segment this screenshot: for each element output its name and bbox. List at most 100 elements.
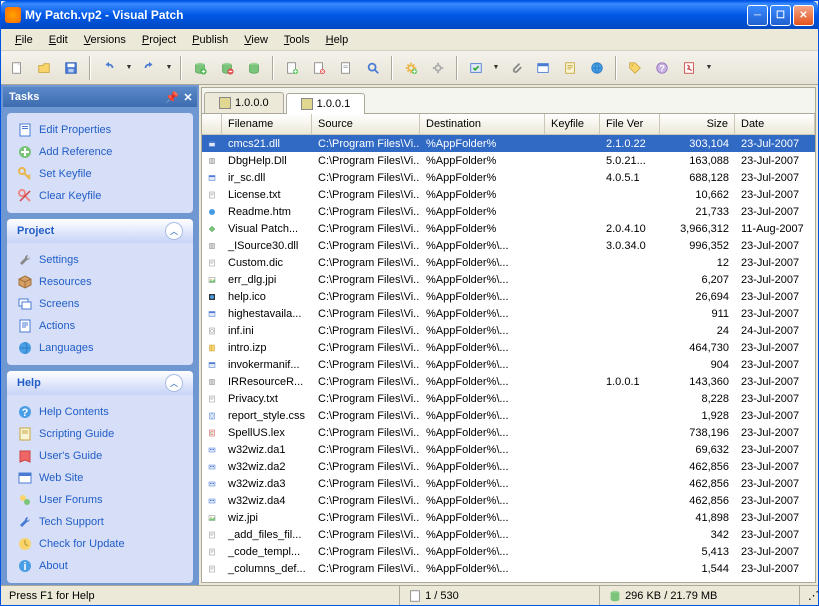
table-row[interactable]: w32wiz.da1C:\Program Files\Vi...%AppFold… — [202, 441, 815, 458]
col-header[interactable]: Date — [735, 114, 815, 134]
db3-button[interactable] — [242, 56, 266, 80]
gear2-button[interactable] — [426, 56, 450, 80]
main-area: 1.0.0.01.0.0.1 FilenameSourceDestination… — [201, 87, 816, 583]
link-user-forums[interactable]: User Forums — [17, 489, 183, 511]
minimize-button[interactable]: ─ — [747, 5, 768, 26]
table-row[interactable]: IRResourceR...C:\Program Files\Vi...%App… — [202, 373, 815, 390]
table-row[interactable]: SpellUS.lexC:\Program Files\Vi...%AppFol… — [202, 424, 815, 441]
tab-1-0-0-0[interactable]: 1.0.0.0 — [204, 92, 284, 113]
menu-help[interactable]: Help — [318, 32, 357, 48]
titlebar[interactable]: My Patch.vp2 - Visual Patch ─ ☐ ✕ — [1, 1, 818, 29]
link-actions[interactable]: Actions — [17, 315, 183, 337]
menu-versions[interactable]: Versions — [76, 32, 134, 48]
table-row[interactable]: invokermanif...C:\Program Files\Vi...%Ap… — [202, 356, 815, 373]
globe-button[interactable] — [585, 56, 609, 80]
table-row[interactable]: highestavaila...C:\Program Files\Vi...%A… — [202, 305, 815, 322]
table-row[interactable]: _ISource30.dllC:\Program Files\Vi...%App… — [202, 237, 815, 254]
link-check-for-update[interactable]: Check for Update — [17, 533, 183, 555]
db2-button[interactable] — [215, 56, 239, 80]
table-row[interactable]: _code_templ...C:\Program Files\Vi...%App… — [202, 543, 815, 560]
pdf-button[interactable] — [677, 56, 701, 80]
tasks-close-icon[interactable]: ✕ — [181, 90, 195, 104]
menu-project[interactable]: Project — [134, 32, 184, 48]
pdf-dropdown[interactable]: ▼ — [704, 56, 714, 80]
doc-add-button[interactable] — [280, 56, 304, 80]
file-grid[interactable]: FilenameSourceDestinationKeyfileFile Ver… — [202, 114, 815, 582]
check-button[interactable] — [464, 56, 488, 80]
col-header[interactable] — [202, 114, 222, 134]
tag-button[interactable] — [623, 56, 647, 80]
link-add-reference[interactable]: Add Reference — [17, 141, 183, 163]
col-header[interactable]: Filename — [222, 114, 312, 134]
menu-view[interactable]: View — [236, 32, 276, 48]
table-row[interactable]: _columns_def...C:\Program Files\Vi...%Ap… — [202, 560, 815, 577]
col-header[interactable]: Destination — [420, 114, 545, 134]
project-panel-header[interactable]: Project︿ — [7, 219, 193, 243]
maximize-button[interactable]: ☐ — [770, 5, 791, 26]
link-about[interactable]: iAbout — [17, 555, 183, 577]
script-button[interactable] — [558, 56, 582, 80]
undo-button[interactable] — [97, 56, 121, 80]
open-button[interactable] — [32, 56, 56, 80]
check-dropdown[interactable]: ▼ — [491, 56, 501, 80]
table-row[interactable]: ir_sc.dllC:\Program Files\Vi...%AppFolde… — [202, 169, 815, 186]
link-user-s-guide[interactable]: User's Guide — [17, 445, 183, 467]
table-row[interactable]: DbgHelp.DllC:\Program Files\Vi...%AppFol… — [202, 152, 815, 169]
gear-button[interactable] — [399, 56, 423, 80]
redo-dropdown[interactable]: ▼ — [164, 56, 174, 80]
table-row[interactable]: License.txtC:\Program Files\Vi...%AppFol… — [202, 186, 815, 203]
link-help-contents[interactable]: ?Help Contents — [17, 401, 183, 423]
tab-1-0-0-1[interactable]: 1.0.0.1 — [286, 93, 366, 114]
link-clear-keyfile[interactable]: Clear Keyfile — [17, 185, 183, 207]
link-tech-support[interactable]: Tech Support — [17, 511, 183, 533]
table-row[interactable]: Custom.dicC:\Program Files\Vi...%AppFold… — [202, 254, 815, 271]
new-button[interactable] — [5, 56, 29, 80]
table-row[interactable]: _add_files_fil...C:\Program Files\Vi...%… — [202, 526, 815, 543]
doc-props-button[interactable] — [334, 56, 358, 80]
redo-button[interactable] — [137, 56, 161, 80]
menu-edit[interactable]: Edit — [41, 32, 76, 48]
col-header[interactable]: Keyfile — [545, 114, 600, 134]
table-row[interactable]: Privacy.txtC:\Program Files\Vi...%AppFol… — [202, 390, 815, 407]
link-settings[interactable]: Settings — [17, 249, 183, 271]
table-row[interactable]: err_dlg.jpiC:\Program Files\Vi...%AppFol… — [202, 271, 815, 288]
table-row[interactable]: w32wiz.da4C:\Program Files\Vi...%AppFold… — [202, 492, 815, 509]
window-button[interactable] — [531, 56, 555, 80]
table-row[interactable]: help.icoC:\Program Files\Vi...%AppFolder… — [202, 288, 815, 305]
clip-button[interactable] — [504, 56, 528, 80]
help-button[interactable]: ? — [650, 56, 674, 80]
doc-del-button[interactable] — [307, 56, 331, 80]
link-web-site[interactable]: Web Site — [17, 467, 183, 489]
db1-button[interactable] — [188, 56, 212, 80]
link-screens[interactable]: Screens — [17, 293, 183, 315]
col-header[interactable]: Size — [660, 114, 735, 134]
undo-dropdown[interactable]: ▼ — [124, 56, 134, 80]
grid-header[interactable]: FilenameSourceDestinationKeyfileFile Ver… — [202, 114, 815, 135]
table-row[interactable]: w32wiz.da2C:\Program Files\Vi...%AppFold… — [202, 458, 815, 475]
resize-grip[interactable]: ⋰ — [800, 586, 818, 605]
menu-publish[interactable]: Publish — [184, 32, 236, 48]
menu-file[interactable]: File — [7, 32, 41, 48]
link-set-keyfile[interactable]: Set Keyfile — [17, 163, 183, 185]
close-button[interactable]: ✕ — [793, 5, 814, 26]
table-row[interactable]: w32wiz.da3C:\Program Files\Vi...%AppFold… — [202, 475, 815, 492]
col-header[interactable]: File Ver — [600, 114, 660, 134]
link-languages[interactable]: Languages — [17, 337, 183, 359]
link-edit-properties[interactable]: Edit Properties — [17, 119, 183, 141]
table-row[interactable]: wiz.jpiC:\Program Files\Vi...%AppFolder%… — [202, 509, 815, 526]
sidebar: Tasks 📌✕ Edit PropertiesAdd ReferenceSet… — [1, 85, 199, 585]
search-button[interactable] — [361, 56, 385, 80]
table-row[interactable]: Visual Patch...C:\Program Files\Vi...%Ap… — [202, 220, 815, 237]
col-header[interactable]: Source — [312, 114, 420, 134]
menu-tools[interactable]: Tools — [276, 32, 318, 48]
help-panel-header[interactable]: Help︿ — [7, 371, 193, 395]
link-resources[interactable]: Resources — [17, 271, 183, 293]
table-row[interactable]: inf.iniC:\Program Files\Vi...%AppFolder%… — [202, 322, 815, 339]
table-row[interactable]: cmcs21.dllC:\Program Files\Vi...%AppFold… — [202, 135, 815, 152]
tasks-pin-icon[interactable]: 📌 — [165, 90, 179, 104]
link-scripting-guide[interactable]: Scripting Guide — [17, 423, 183, 445]
save-button[interactable] — [59, 56, 83, 80]
table-row[interactable]: {}report_style.cssC:\Program Files\Vi...… — [202, 407, 815, 424]
table-row[interactable]: intro.izpC:\Program Files\Vi...%AppFolde… — [202, 339, 815, 356]
table-row[interactable]: Readme.htmC:\Program Files\Vi...%AppFold… — [202, 203, 815, 220]
